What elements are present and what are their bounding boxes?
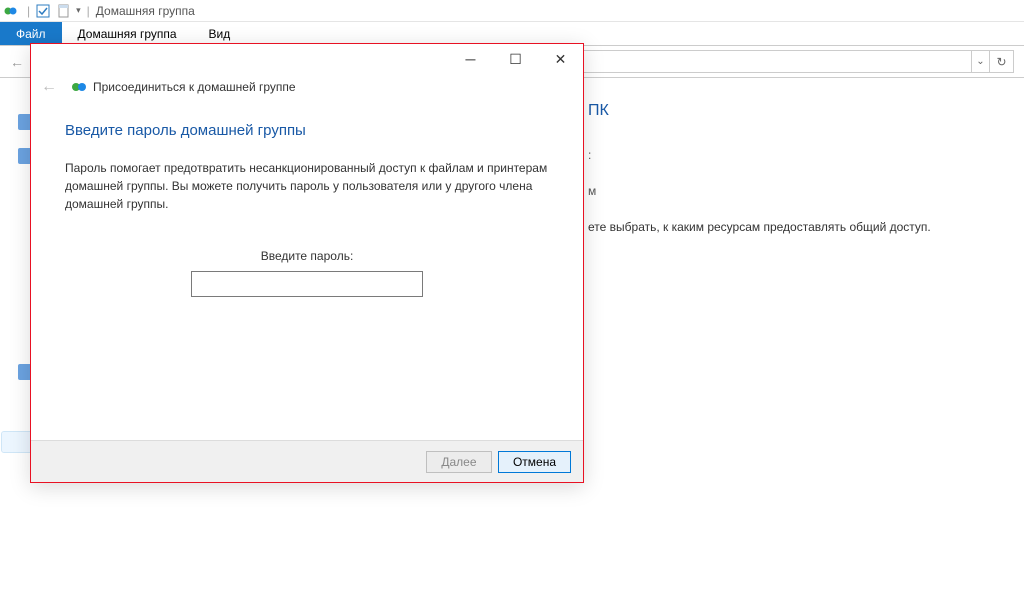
dialog-heading: Введите пароль домашней группы xyxy=(65,122,549,139)
ribbon-tab-homegroup[interactable]: Домашняя группа xyxy=(62,22,193,45)
main-body-text: ете выбрать, к каким ресурсам предоставл… xyxy=(588,220,1004,234)
maximize-button[interactable]: ☐ xyxy=(493,44,538,74)
qat-overflow-icon[interactable]: ▾ xyxy=(76,5,81,16)
dialog-header-title: Присоединиться к домашней группе xyxy=(93,80,296,94)
refresh-button[interactable]: ↻ xyxy=(990,50,1014,73)
window-title-bar: | ▾ | Домашняя группа xyxy=(0,0,1024,22)
dialog-description: Пароль помогает предотвратить несанкцион… xyxy=(65,159,549,213)
cancel-button[interactable]: Отмена xyxy=(498,451,571,473)
dialog-titlebar: ─ ☐ ✕ xyxy=(31,44,583,74)
next-button[interactable]: Далее xyxy=(426,451,492,473)
minimize-button[interactable]: ─ xyxy=(448,44,493,74)
nav-back-button[interactable]: ← xyxy=(6,51,28,73)
dialog-body: Введите пароль домашней группы Пароль по… xyxy=(31,100,583,319)
dialog-footer: Далее Отмена xyxy=(31,440,583,482)
checkbox-icon[interactable] xyxy=(36,4,50,18)
separator: | xyxy=(27,4,30,18)
main-sub-1: : xyxy=(588,148,1004,162)
join-homegroup-dialog: ─ ☐ ✕ ← Присоединиться к домашней группе… xyxy=(30,43,584,483)
address-dropdown-icon[interactable]: ⌄ xyxy=(972,50,990,73)
password-prompt-label: Введите пароль: xyxy=(65,249,549,263)
main-heading: ПК xyxy=(588,102,1004,120)
main-sub-2: м xyxy=(588,184,1004,198)
close-button[interactable]: ✕ xyxy=(538,44,583,74)
password-input[interactable] xyxy=(191,271,423,297)
homegroup-app-icon xyxy=(4,4,18,18)
page-icon xyxy=(57,4,71,18)
dialog-back-icon: ← xyxy=(41,78,57,96)
dialog-header: ← Присоединиться к домашней группе xyxy=(31,74,583,100)
nav-arrows: ← xyxy=(6,51,28,73)
ribbon-tab-view[interactable]: Вид xyxy=(193,22,247,45)
separator: | xyxy=(87,4,90,18)
ribbon-tab-file[interactable]: Файл xyxy=(0,22,62,45)
homegroup-icon xyxy=(71,79,87,95)
window-title-text: Домашняя группа xyxy=(96,4,195,18)
